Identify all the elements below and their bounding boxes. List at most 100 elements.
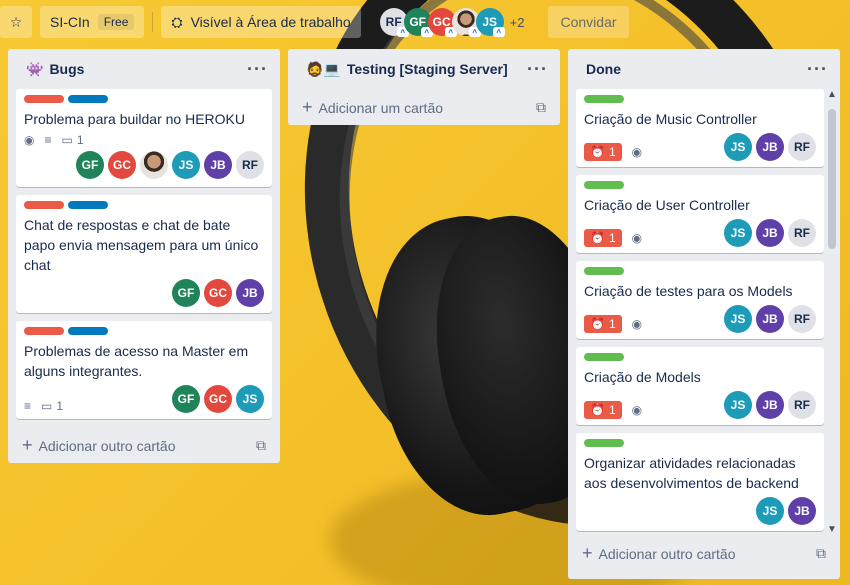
list-done: Done ··· Criação de Music Controller ⏰ 1 … [568, 49, 840, 579]
member-avatar[interactable]: GC [108, 151, 136, 179]
template-icon[interactable]: ⧉ [536, 99, 546, 116]
label-green[interactable] [584, 95, 624, 103]
card[interactable]: Chat de respostas e chat de bate papo en… [16, 195, 272, 313]
member-avatar[interactable]: JS [724, 133, 752, 161]
people-icon: ⛭ [171, 13, 183, 30]
bug-emoji-icon: 👾 [26, 60, 44, 77]
watch-icon: ◉ [631, 231, 643, 245]
card[interactable]: Organizar atividades relacionadas aos de… [576, 433, 824, 531]
card[interactable]: Criação de User Controller ⏰ 1 ◉ JS JB RF [576, 175, 824, 253]
list-menu-icon[interactable]: ··· [807, 59, 828, 80]
label-red[interactable] [24, 201, 64, 209]
extra-members-count[interactable]: +2 [510, 15, 525, 30]
scroll-up-icon[interactable]: ▲ [826, 89, 838, 100]
label-blue[interactable] [68, 95, 108, 103]
member-avatar[interactable]: GC [204, 385, 232, 413]
member-avatar[interactable]: GF [172, 385, 200, 413]
add-card-button[interactable]: + Adicionar um cartão ⧉ [296, 89, 552, 125]
label-green[interactable] [584, 353, 624, 361]
label-green[interactable] [584, 267, 624, 275]
due-badge[interactable]: ⏰ 1 [584, 229, 622, 247]
card-title: Criação de testes para os Models [584, 283, 793, 299]
board-header: ☆ SI-CIn Free ⛭ Visível à Área de trabal… [0, 0, 850, 44]
list-menu-icon[interactable]: ··· [527, 59, 548, 80]
card-title: Criação de Models [584, 369, 701, 385]
visibility-button[interactable]: ⛭ Visível à Área de trabalho [161, 6, 361, 38]
plan-badge: Free [97, 14, 135, 30]
member-avatar[interactable]: JB [788, 497, 816, 525]
watch-icon: ◉ [631, 145, 643, 159]
add-card-label: Adicionar outro cartão [38, 437, 176, 454]
card[interactable]: Problema para buildar no HEROKU ◉ ≡ ▭ 1 G… [16, 89, 272, 187]
member-avatar[interactable]: JB [756, 133, 784, 161]
add-card-button[interactable]: + Adicionar outro cartão ⧉ [16, 427, 272, 463]
template-icon[interactable]: ⧉ [816, 545, 826, 562]
member-avatar[interactable] [140, 151, 168, 179]
alarm-icon: ⏰ [590, 145, 605, 159]
description-icon: ≡ [44, 133, 52, 147]
due-badge[interactable]: ⏰ 1 [584, 143, 622, 161]
add-card-button[interactable]: + Adicionar outro cartão ⧉ [576, 535, 832, 571]
plus-icon: + [582, 542, 593, 563]
member-avatar[interactable]: JS [172, 151, 200, 179]
due-badge[interactable]: ⏰ 1 [584, 315, 622, 333]
member-avatar[interactable]: JS [724, 305, 752, 333]
invite-button[interactable]: Convidar [548, 6, 629, 38]
alarm-icon: ⏰ [590, 317, 605, 331]
due-badge[interactable]: ⏰ 1 [584, 401, 622, 419]
card-title: Chat de respostas e chat de bate papo en… [24, 217, 259, 273]
member-avatar[interactable]: JS [724, 219, 752, 247]
label-green[interactable] [584, 181, 624, 189]
member-avatar[interactable]: JB [756, 391, 784, 419]
member-avatar[interactable]: GF [76, 151, 104, 179]
label-blue[interactable] [68, 327, 108, 335]
list-title[interactable]: Done [586, 61, 621, 77]
member-avatar[interactable]: JB [204, 151, 232, 179]
member-avatar[interactable]: JB [236, 279, 264, 307]
label-red[interactable] [24, 95, 64, 103]
card-title: Criação de User Controller [584, 197, 750, 213]
template-icon[interactable]: ⧉ [256, 437, 266, 454]
member-avatar[interactable]: RF [788, 133, 816, 161]
member-avatar[interactable]: JS [236, 385, 264, 413]
visibility-label: Visível à Área de trabalho [190, 14, 351, 30]
member-avatar[interactable]: RF [788, 391, 816, 419]
list-title[interactable]: Bugs [49, 61, 84, 77]
member-avatar[interactable]: JB [756, 219, 784, 247]
scroll-down-icon[interactable]: ▼ [826, 524, 838, 535]
member-avatar[interactable]: JB [756, 305, 784, 333]
description-icon: ≡ [24, 399, 32, 413]
card[interactable]: Criação de Music Controller ⏰ 1 ◉ JS JB R… [576, 89, 824, 167]
alarm-icon: ⏰ [590, 231, 605, 245]
comments-badge: ▭ 1 [61, 133, 84, 147]
alarm-icon: ⏰ [590, 403, 605, 417]
workspace-button[interactable]: SI-CIn Free [40, 6, 145, 38]
card[interactable]: Criação de testes para os Models ⏰ 1 ◉ JS… [576, 261, 824, 339]
star-button[interactable]: ☆ [0, 6, 32, 38]
member-avatar[interactable]: RF [788, 305, 816, 333]
list-title[interactable]: Testing [Staging Server] [347, 61, 508, 77]
card-title: Problemas de acesso na Master em alguns … [24, 343, 249, 379]
add-card-label: Adicionar um cartão [318, 99, 444, 116]
list-menu-icon[interactable]: ··· [247, 59, 268, 80]
card[interactable]: Criação de Models ⏰ 1 ◉ JS JB RF [576, 347, 824, 425]
card[interactable]: Problemas de acesso na Master em alguns … [16, 321, 272, 419]
board-members: RF ^ GF ^ GC ^ ^ JS ^ +2 [378, 8, 525, 37]
member-avatar[interactable]: RF [236, 151, 264, 179]
list-header: 🧔💻 Testing [Staging Server] ··· [296, 49, 552, 89]
scroll-thumb[interactable] [828, 109, 836, 249]
label-blue[interactable] [68, 201, 108, 209]
card-container: Criação de Music Controller ⏰ 1 ◉ JS JB R… [576, 89, 832, 535]
divider [368, 12, 370, 32]
emoji-icon: 🧔💻 [306, 60, 341, 77]
member-avatar[interactable]: JS ^ [475, 8, 505, 37]
member-avatar[interactable]: RF [788, 219, 816, 247]
member-avatar[interactable]: JS [724, 391, 752, 419]
label-red[interactable] [24, 327, 64, 335]
label-green[interactable] [584, 439, 624, 447]
member-avatar[interactable]: GC [204, 279, 232, 307]
member-avatar[interactable]: JS [756, 497, 784, 525]
card-title: Criação de Music Controller [584, 111, 757, 127]
list-scrollbar[interactable]: ▲ ▼ [826, 89, 838, 535]
member-avatar[interactable]: GF [172, 279, 200, 307]
